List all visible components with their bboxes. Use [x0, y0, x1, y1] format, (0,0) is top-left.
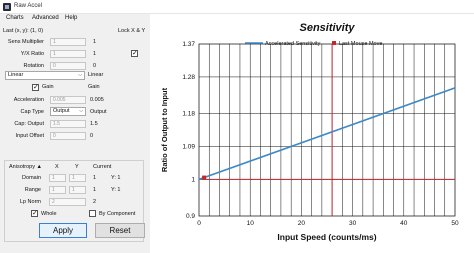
- range-current-y: Y: 1: [111, 187, 121, 193]
- x-axis-label: Input Speed (counts/ms): [277, 232, 376, 242]
- input-offset-current: 0: [90, 133, 94, 139]
- chart-title: Sensitivity: [299, 22, 355, 34]
- cap-type-label: Cap Type: [20, 109, 44, 115]
- cap-type-select[interactable]: Output ⌵: [50, 107, 86, 116]
- x-tick-label: 50: [451, 220, 459, 227]
- cap-type-value: Output: [53, 108, 70, 114]
- accel-type-current: Linear: [88, 72, 104, 78]
- legend-label-accelerated: Accelerated Sensitivity: [265, 41, 321, 47]
- last-mouse-move-marker: [202, 175, 207, 180]
- lock-xy-label: Lock X & Y: [118, 28, 146, 34]
- by-component-label: By Component: [99, 211, 136, 217]
- cap-output-field[interactable]: 1.5: [50, 120, 86, 128]
- y-tick-label: 1.18: [182, 111, 195, 118]
- rotation-current: 0: [93, 63, 97, 69]
- domain-y-field[interactable]: 1: [69, 174, 86, 182]
- y-tick-label: 1.28: [182, 74, 195, 81]
- gain-checkbox[interactable]: [32, 83, 39, 92]
- range-current-x: 1: [93, 187, 97, 193]
- sens-multiplier-current: 1: [93, 39, 97, 45]
- range-y-field[interactable]: 1: [69, 186, 86, 194]
- app-icon: [3, 3, 11, 11]
- cap-output-label: Cap: Output: [14, 121, 44, 127]
- acceleration-current: 0.005: [90, 97, 104, 103]
- y-tick-label: 0.9: [186, 213, 195, 220]
- yx-ratio-label: Y/X Ratio: [20, 51, 44, 57]
- domain-x-field[interactable]: 1: [49, 174, 66, 182]
- lp-norm-field[interactable]: 2: [49, 198, 86, 206]
- whole-checkbox[interactable]: [31, 209, 38, 218]
- x-tick-label: 10: [247, 220, 255, 227]
- window-title: Raw Accel: [14, 3, 43, 9]
- y-tick-label: 1: [191, 176, 195, 183]
- input-offset-field[interactable]: 0: [50, 132, 86, 140]
- chevron-down-icon: ⌵: [78, 72, 82, 78]
- menu-help[interactable]: Help: [65, 15, 77, 21]
- y-axis-label: Ratio of Output to Input: [160, 87, 169, 172]
- last-xy-readout: Last (x, y): (1, 0): [3, 28, 44, 34]
- input-offset-label: Input Offset: [15, 133, 44, 139]
- menu-bar: Charts Advanced Help: [0, 14, 150, 24]
- anisotropy-toggle[interactable]: Anisotropy ▲: [9, 164, 42, 170]
- chevron-down-icon: ⌵: [79, 108, 83, 114]
- x-tick-label: 0: [197, 220, 201, 227]
- by-component-checkbox[interactable]: [89, 210, 96, 217]
- menu-advanced[interactable]: Advanced: [32, 15, 59, 21]
- plot-frame: [198, 43, 456, 217]
- x-tick-label: 40: [400, 220, 408, 227]
- x-tick-label: 30: [349, 220, 357, 227]
- lp-norm-label: Lp Norm: [19, 199, 41, 205]
- apply-button[interactable]: Apply: [39, 223, 87, 238]
- x-tick-label: 20: [298, 220, 306, 227]
- cap-output-current: 1.5: [90, 121, 98, 127]
- anisotropy-col-x: X: [55, 164, 59, 170]
- range-label: Range: [24, 187, 41, 193]
- y-tick-label: 1.37: [182, 41, 195, 48]
- menu-charts[interactable]: Charts: [6, 15, 24, 21]
- acceleration-label: Acceleration: [13, 97, 44, 103]
- reset-button[interactable]: Reset: [95, 223, 145, 238]
- sens-multiplier-field[interactable]: 1: [50, 38, 86, 46]
- rotation-label: Rotation: [23, 63, 45, 69]
- sensitivity-chart-area: Sensitivity 0 10 20 30 40 50 0.9 1 1.09 1.18 1.28 1.…: [150, 14, 474, 253]
- range-x-field[interactable]: 1: [49, 186, 66, 194]
- settings-panel: Last (x, y): (1, 0) Lock X & Y Sens Mult…: [0, 24, 150, 253]
- whole-label: Whole: [41, 211, 57, 217]
- lock-xy-checkbox[interactable]: [131, 49, 138, 58]
- accel-type-value: Linear: [8, 72, 24, 78]
- yx-ratio-current: 1: [93, 51, 97, 57]
- sensitivity-chart: Sensitivity 0 10 20 30 40 50 0.9 1 1.09 1.18 1.28 1.…: [160, 22, 459, 242]
- lp-norm-current: 2: [93, 199, 97, 205]
- acceleration-field[interactable]: 0.005: [50, 96, 86, 104]
- domain-current-x: 1: [93, 175, 97, 181]
- y-tick-label: 1.09: [182, 143, 195, 150]
- title-bar: Raw Accel: [0, 0, 474, 14]
- sens-multiplier-label: Sens Multiplier: [7, 39, 44, 45]
- domain-current-y: Y: 1: [111, 175, 121, 181]
- anisotropy-col-current: Current: [93, 164, 112, 170]
- domain-label: Domain: [22, 175, 41, 181]
- anisotropy-col-y: Y: [75, 164, 79, 170]
- cap-type-current: Output: [90, 109, 107, 115]
- gain-label: Gain: [42, 84, 54, 90]
- gain-current: Gain: [88, 84, 100, 90]
- rotation-field[interactable]: 0: [50, 62, 86, 70]
- yx-ratio-field[interactable]: 1: [50, 50, 86, 58]
- legend-label-last-move: Last Mouse Move: [339, 41, 382, 47]
- accel-type-select[interactable]: Linear ⌵: [5, 71, 85, 80]
- legend-swatch-last-move: [332, 41, 336, 45]
